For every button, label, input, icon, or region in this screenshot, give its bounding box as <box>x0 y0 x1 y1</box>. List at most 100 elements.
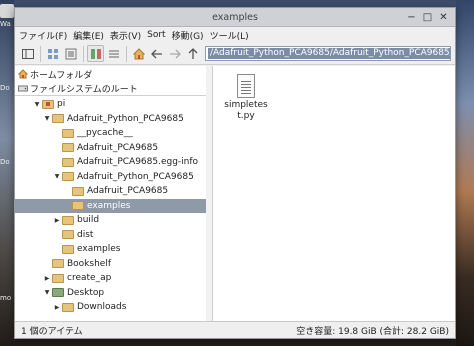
tree-item-label: __pycache__ <box>77 128 133 138</box>
folder-icon <box>42 99 54 109</box>
drive-icon <box>18 85 28 92</box>
folder-icon <box>62 143 74 152</box>
window-title: examples <box>212 12 258 23</box>
place-label: ファイルシステムのルート <box>30 84 138 95</box>
tree-item[interactable]: ▶ Downloads <box>15 300 212 314</box>
back-button[interactable] <box>148 45 165 62</box>
content-area: ホームフォルダ ファイルシステムのルート ▼ pi ▼ Adafruit_Python… <box>15 66 455 321</box>
folder-icon <box>62 157 74 167</box>
tree-item-label: examples <box>87 200 131 211</box>
place-label: ホームフォルダ <box>30 70 93 81</box>
list-view-icon <box>108 50 119 57</box>
path-input[interactable]: /Adafruit_Python_PCA9685/Adafruit_Python… <box>205 46 451 61</box>
minimize-icon[interactable]: − <box>406 12 417 23</box>
folder-icon <box>52 114 64 123</box>
folder-icon <box>62 172 74 181</box>
tree-item-label: Bookshelf <box>67 258 111 269</box>
tree-item[interactable]: ▼ Desktop <box>15 286 212 300</box>
expand-right-icon[interactable]: ▶ <box>53 304 61 311</box>
tree-item[interactable]: examples <box>15 242 212 256</box>
tree-item-label: Adafruit_Python_PCA9685 <box>77 171 194 182</box>
place-root[interactable]: ファイルシステムのルート <box>15 81 212 95</box>
maximize-icon[interactable]: □ <box>422 12 433 23</box>
tree-item-label: pi <box>57 99 66 109</box>
thumbnail-icon <box>65 48 76 59</box>
place-home[interactable]: ホームフォルダ <box>15 67 212 81</box>
tree-item[interactable]: Adafruit_PCA9685.egg-info <box>15 155 212 169</box>
file-view: simpletest.py <box>214 66 455 321</box>
sidebar-toggle-button[interactable] <box>19 45 36 62</box>
folder-icon <box>52 273 64 283</box>
sidebar-icon <box>21 48 34 59</box>
status-bar: 1 個のアイテム 空き容量: 19.8 GiB (合計: 28.2 GiB) <box>15 321 455 338</box>
list-view-button[interactable] <box>105 45 122 62</box>
folder-icon <box>72 201 84 210</box>
up-button[interactable] <box>184 45 201 62</box>
tree-item[interactable]: ▼ Adafruit_Python_PCA9685 <box>15 170 212 184</box>
toolbar-separator <box>83 45 84 62</box>
close-icon[interactable]: ✕ <box>438 12 449 23</box>
icon-view-button[interactable] <box>44 45 61 62</box>
expand-down-icon[interactable]: ▼ <box>43 115 51 122</box>
tree-item-label: create_ap <box>67 273 112 283</box>
home-button[interactable] <box>130 45 147 62</box>
menu-file[interactable]: ファイル(F) <box>19 29 73 42</box>
expand-right-icon[interactable]: ▶ <box>53 217 61 224</box>
menu-bar: ファイル(F) 編集(E) 表示(V) Sort 移動(G) ツール(L) <box>15 27 455 43</box>
folder-icon <box>62 128 74 138</box>
tree-item-label: Downloads <box>77 302 127 312</box>
menu-edit[interactable]: 編集(E) <box>73 29 110 42</box>
expand-down-icon[interactable]: ▼ <box>43 289 51 296</box>
folder-icon <box>62 244 74 254</box>
desktop-icon-label: Wa <box>0 20 11 28</box>
desktop-icon-label: Do <box>0 158 10 166</box>
thumbnail-view-button[interactable] <box>62 45 79 62</box>
desktop-icon-label: Do <box>0 84 10 92</box>
tree-item-label: Adafruit_PCA9685 <box>87 186 169 196</box>
home-icon <box>18 69 28 79</box>
tree-item-label: Adafruit_Python_PCA9685 <box>67 113 184 124</box>
folder-icon <box>62 230 74 239</box>
expand-down-icon[interactable]: ▼ <box>33 101 41 108</box>
tree-item[interactable]: __pycache__ <box>15 126 212 140</box>
forward-button[interactable] <box>166 45 183 62</box>
compact-view-button[interactable] <box>87 45 104 62</box>
folder-icon <box>72 186 84 196</box>
toolbar-separator <box>40 45 41 62</box>
path-text: /Adafruit_Python_PCA9685/Adafruit_Python… <box>208 48 450 59</box>
tree-item[interactable]: Bookshelf <box>15 257 212 271</box>
text-file-icon <box>237 74 255 98</box>
folder-icon <box>52 259 64 268</box>
desktop-icon-label: mo <box>0 294 12 302</box>
tree-item-label: examples <box>77 244 121 254</box>
tree-item[interactable]: Adafruit_PCA9685 <box>15 141 212 155</box>
menu-tools[interactable]: ツール(L) <box>210 29 255 42</box>
tree-item[interactable]: ▶ create_ap <box>15 271 212 285</box>
file-manager-window: examples − □ ✕ ファイル(F) 編集(E) 表示(V) Sort … <box>14 7 456 339</box>
tree-scrollbar[interactable] <box>206 66 212 321</box>
grid-icon <box>47 48 58 59</box>
back-arrow-icon <box>150 49 162 58</box>
menu-go[interactable]: 移動(G) <box>172 29 210 42</box>
expand-right-icon[interactable]: ▶ <box>43 275 51 282</box>
tree-item[interactable]: Adafruit_PCA9685 <box>15 184 212 198</box>
folder-icon <box>52 288 64 297</box>
tree-item-label: Adafruit_PCA9685 <box>77 142 159 153</box>
desktop-background-right <box>456 0 474 346</box>
title-bar[interactable]: examples − □ ✕ <box>15 8 455 27</box>
desktop-icon[interactable] <box>0 4 14 18</box>
tree-item[interactable]: examples <box>15 198 212 213</box>
tree-item[interactable]: ▼ Adafruit_Python_PCA9685 <box>15 112 212 126</box>
menu-sort[interactable]: Sort <box>147 30 171 40</box>
file-item[interactable]: simpletest.py <box>224 74 268 122</box>
expand-down-icon[interactable]: ▼ <box>53 173 61 180</box>
tree-item[interactable]: ▶ build <box>15 213 212 227</box>
tree-item[interactable]: ▼ pi <box>15 97 212 111</box>
tree-item-label: dist <box>77 229 94 240</box>
tree-item[interactable]: dist <box>15 228 212 242</box>
compact-view-icon <box>90 48 101 59</box>
item-count: 1 個のアイテム <box>21 326 83 337</box>
folder-icon <box>62 302 74 312</box>
side-pane: ホームフォルダ ファイルシステムのルート ▼ pi ▼ Adafruit_Python… <box>15 66 213 321</box>
menu-view[interactable]: 表示(V) <box>110 29 147 42</box>
